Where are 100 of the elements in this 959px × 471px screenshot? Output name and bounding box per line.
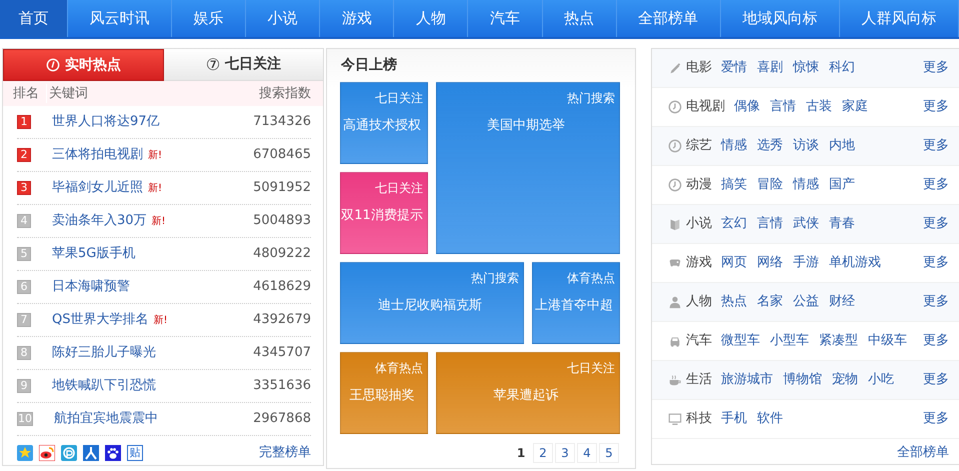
- tag-link[interactable]: 科幻: [829, 58, 855, 78]
- person-icon[interactable]: [83, 444, 99, 461]
- rank-number: 7: [17, 313, 31, 327]
- search-index: 4345707: [253, 344, 311, 362]
- keyword-link[interactable]: 地铁喊趴下引恐慌: [52, 376, 156, 396]
- nav-tab[interactable]: 小说: [246, 0, 320, 37]
- category-label: 小说: [686, 215, 712, 234]
- nav-tab[interactable]: 热点: [542, 0, 617, 37]
- tag-link[interactable]: 内地: [829, 136, 855, 156]
- page-link[interactable]: 2: [533, 443, 553, 463]
- page-link[interactable]: 3: [555, 443, 575, 463]
- more-link[interactable]: 更多: [919, 409, 949, 429]
- tag-link[interactable]: 单机游戏: [829, 253, 881, 273]
- tag-link[interactable]: 情感: [721, 136, 747, 156]
- topic-tile[interactable]: 热门搜索 迪士尼收购福克斯: [340, 262, 524, 344]
- share-icon[interactable]: 贴: [127, 444, 143, 461]
- tag-link[interactable]: 热点: [721, 292, 747, 312]
- more-link[interactable]: 更多: [919, 97, 949, 117]
- tag-link[interactable]: 偶像: [734, 97, 760, 117]
- new-label: 新!: [152, 214, 166, 228]
- rank-number: 10: [17, 412, 33, 426]
- category-label: 游戏: [686, 254, 712, 272]
- tag-link[interactable]: 情感: [793, 175, 819, 195]
- tag-link[interactable]: 公益: [793, 292, 819, 312]
- rank-number: 6: [17, 280, 31, 294]
- keyword-link[interactable]: 航拍宜宾地震震中: [54, 409, 158, 429]
- star-icon[interactable]: [17, 444, 33, 461]
- category-label: 汽车: [686, 332, 712, 350]
- tag-link[interactable]: 小吃: [868, 370, 894, 390]
- keyword-link[interactable]: 日本海啸预警: [52, 277, 130, 297]
- tag-link[interactable]: 微型车: [721, 331, 760, 351]
- more-link[interactable]: 更多: [919, 175, 949, 195]
- more-link[interactable]: 更多: [919, 370, 949, 390]
- keyword-link[interactable]: 陈好三胎儿子曝光: [52, 343, 156, 363]
- tag-link[interactable]: 玄幻: [721, 214, 747, 234]
- tag-link[interactable]: 爱情: [721, 58, 747, 78]
- tag-link[interactable]: 财经: [829, 292, 855, 312]
- topic-tile[interactable]: 体育热点 上港首夺中超: [532, 262, 620, 344]
- more-link[interactable]: 更多: [919, 292, 949, 312]
- swirl-icon[interactable]: [61, 444, 77, 461]
- tag-link[interactable]: 武侠: [793, 214, 819, 234]
- topic-tile[interactable]: 七日关注 双11消费提示: [340, 172, 428, 254]
- more-link[interactable]: 更多: [919, 136, 949, 156]
- nav-tab[interactable]: 人群风向标: [840, 0, 959, 37]
- more-link[interactable]: 更多: [919, 214, 949, 234]
- nav-tab[interactable]: 娱乐: [172, 0, 246, 37]
- tag-link[interactable]: 名家: [757, 292, 783, 312]
- keyword-link[interactable]: 卖油条年入30万: [52, 211, 147, 231]
- new-label: 新!: [148, 148, 162, 162]
- tag-link[interactable]: 言情: [757, 214, 783, 234]
- keyword-link[interactable]: 苹果5G版手机: [52, 244, 136, 264]
- tag-link[interactable]: 网络: [757, 253, 783, 273]
- nav-tab[interactable]: 人物: [394, 0, 468, 37]
- tag-link[interactable]: 喜剧: [757, 58, 783, 78]
- tag-link[interactable]: 旅游城市: [721, 370, 773, 390]
- tag-link[interactable]: 博物馆: [783, 370, 822, 390]
- search-index: 6708465: [253, 146, 311, 164]
- page-link[interactable]: 4: [577, 443, 597, 463]
- tag-link[interactable]: 网页: [721, 253, 747, 273]
- tag-link[interactable]: 访谈: [793, 136, 819, 156]
- tag-link[interactable]: 软件: [757, 409, 783, 429]
- tag-link[interactable]: 宠物: [832, 370, 858, 390]
- eye-icon[interactable]: [39, 444, 55, 461]
- tag-link[interactable]: 紧凑型: [819, 331, 858, 351]
- tag-link[interactable]: 古装: [806, 97, 832, 117]
- tag-link[interactable]: 青春: [829, 214, 855, 234]
- tag-link[interactable]: 惊悚: [793, 58, 819, 78]
- more-link[interactable]: 更多: [919, 253, 949, 273]
- more-link[interactable]: 更多: [919, 58, 949, 78]
- tag-link[interactable]: 选秀: [757, 136, 783, 156]
- all-lists-link[interactable]: 全部榜单: [897, 443, 949, 462]
- tag-link[interactable]: 小型车: [770, 331, 809, 351]
- tag-link[interactable]: 言情: [770, 97, 796, 117]
- page-link[interactable]: 1: [511, 443, 531, 463]
- more-link[interactable]: 更多: [919, 331, 949, 351]
- nav-tab[interactable]: 汽车: [468, 0, 543, 37]
- nav-tab[interactable]: 全部榜单: [616, 0, 721, 37]
- tag-link[interactable]: 中级车: [868, 331, 907, 351]
- topic-tile[interactable]: 热门搜索 美国中期选举: [436, 82, 620, 254]
- tag-link[interactable]: 搞笑: [721, 175, 747, 195]
- keyword-link[interactable]: 三体将拍电视剧: [52, 145, 143, 165]
- tag-link[interactable]: 国产: [829, 175, 855, 195]
- nav-tab[interactable]: 地域风向标: [720, 0, 840, 37]
- topic-tile[interactable]: 七日关注 高通技术授权: [340, 82, 428, 164]
- keyword-link[interactable]: 毕福剑女儿近照: [52, 178, 143, 198]
- tag-link[interactable]: 冒险: [757, 175, 783, 195]
- full-list-link[interactable]: 完整榜单: [259, 443, 311, 462]
- paw-icon[interactable]: [105, 444, 121, 461]
- nav-tab[interactable]: 风云时讯: [68, 0, 172, 37]
- monitor-icon: [668, 412, 682, 426]
- keyword-link[interactable]: QS世界大学排名: [52, 310, 148, 330]
- tag-link[interactable]: 手游: [793, 253, 819, 273]
- page-link[interactable]: 5: [599, 443, 619, 463]
- tag-link[interactable]: 家庭: [842, 97, 868, 117]
- new-label: 新!: [153, 314, 168, 328]
- nav-tab[interactable]: 游戏: [320, 0, 394, 37]
- keyword-link[interactable]: 世界人口将达97亿: [52, 112, 160, 132]
- tab[interactable]: 实时热点: [3, 49, 164, 81]
- person-icon: [668, 295, 682, 309]
- tag-link[interactable]: 手机: [721, 409, 747, 429]
